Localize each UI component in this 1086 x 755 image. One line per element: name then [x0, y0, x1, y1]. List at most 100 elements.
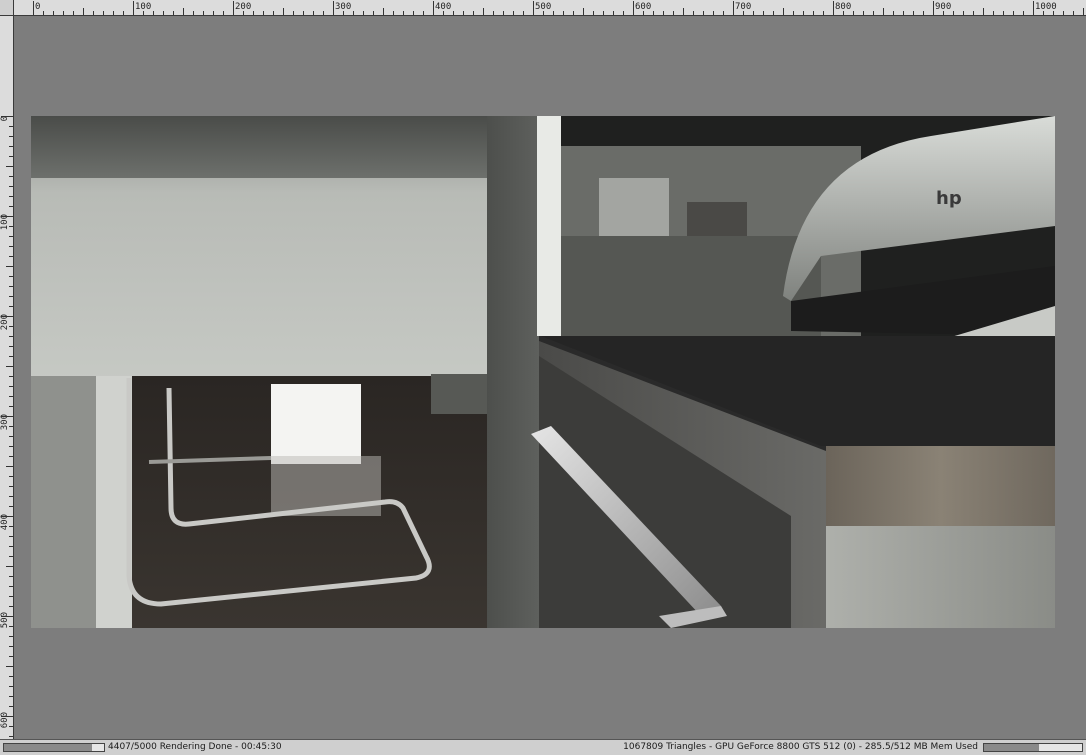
ruler-tick	[543, 11, 544, 15]
ruler-tick	[6, 666, 13, 667]
ruler-tick	[693, 11, 694, 15]
ruler-tick	[63, 11, 64, 15]
ruler-tick	[9, 706, 13, 707]
ruler-tick	[513, 11, 514, 15]
ruler-tick	[643, 11, 644, 15]
ruler-tick	[613, 11, 614, 15]
ruler-tick	[1043, 11, 1044, 15]
ruler-tick	[493, 11, 494, 15]
ruler-tick	[953, 11, 954, 15]
ruler-tick	[253, 11, 254, 15]
ruler-tick	[103, 11, 104, 15]
ruler-tick	[9, 496, 13, 497]
ruler-tick	[9, 286, 13, 287]
ruler-tick	[663, 11, 664, 15]
ruler-tick	[273, 11, 274, 15]
ruler-tick	[893, 11, 894, 15]
ruler-tick	[943, 11, 944, 15]
render-status-text: 4407/5000 Rendering Done - 00:45:30	[108, 742, 282, 752]
ruler-tick	[503, 11, 504, 15]
ruler-tick	[703, 11, 704, 15]
ruler-tick	[9, 406, 13, 407]
ruler-tick	[233, 1, 234, 15]
ruler-tick	[593, 11, 594, 15]
ruler-tick	[453, 11, 454, 15]
ruler-tick	[9, 276, 13, 277]
ruler-tick	[6, 166, 13, 167]
ruler-tick	[9, 536, 13, 537]
ruler-tick	[183, 8, 184, 15]
ruler-tick	[303, 11, 304, 15]
ruler-tick	[9, 526, 13, 527]
ruler-tick	[9, 486, 13, 487]
ruler-tick	[43, 11, 44, 15]
ruler-tick	[9, 236, 13, 237]
ruler-tick	[9, 436, 13, 437]
ruler-tick	[9, 336, 13, 337]
ruler-tick	[9, 456, 13, 457]
ruler-tick	[423, 11, 424, 15]
memory-usage-bar	[983, 743, 1083, 752]
ruler-tick	[9, 636, 13, 637]
ruler-tick	[823, 11, 824, 15]
ruler-tick	[83, 8, 84, 15]
ruler-tick	[9, 306, 13, 307]
ruler-tick	[563, 11, 564, 15]
ruler-tick	[343, 11, 344, 15]
ruler-tick	[393, 11, 394, 15]
ruler-tick	[293, 11, 294, 15]
ruler-tick	[243, 11, 244, 15]
ruler-tick	[123, 11, 124, 15]
ruler-tick	[403, 11, 404, 15]
render-progress-bar	[3, 743, 105, 752]
ruler-tick	[883, 8, 884, 15]
ruler-tick	[803, 11, 804, 15]
ruler-tick	[463, 11, 464, 15]
ruler-tick	[9, 156, 13, 157]
ruler-tick	[9, 136, 13, 137]
ruler-tick	[873, 11, 874, 15]
ruler-tick	[9, 396, 13, 397]
ruler-tick	[853, 11, 854, 15]
ruler-tick	[133, 1, 134, 15]
ruler-tick	[9, 656, 13, 657]
ruler-tick	[153, 11, 154, 15]
ruler-tick	[1, 616, 13, 617]
ruler-tick	[733, 1, 734, 15]
render-viewport[interactable]: hp	[31, 116, 1055, 628]
ruler-tick	[33, 1, 34, 15]
ruler-tick	[9, 376, 13, 377]
ruler-tick	[933, 1, 934, 15]
ruler-tick	[363, 11, 364, 15]
status-bar: 4407/5000 Rendering Done - 00:45:30 1067…	[0, 739, 1086, 755]
ruler-tick	[9, 176, 13, 177]
ruler-tick	[843, 11, 844, 15]
ruler-tick	[1003, 11, 1004, 15]
ruler-tick	[9, 186, 13, 187]
ruler-tick	[993, 11, 994, 15]
ruler-tick	[1033, 1, 1034, 15]
ruler-tick	[923, 11, 924, 15]
ruler-tick	[353, 11, 354, 15]
ruler-tick	[113, 11, 114, 15]
ruler-tick	[6, 366, 13, 367]
ruler-tick	[683, 8, 684, 15]
ruler-tick	[673, 11, 674, 15]
vertical-ruler: 0 100 200 300 400 500 600	[0, 16, 14, 739]
ruler-tick	[263, 11, 264, 15]
memory-usage-fill	[984, 744, 1039, 751]
ruler-tick	[9, 246, 13, 247]
ruler-tick	[473, 11, 474, 15]
ruler-tick	[9, 596, 13, 597]
ruler-tick	[9, 556, 13, 557]
ruler-tick	[9, 296, 13, 297]
ruler-tick	[1013, 11, 1014, 15]
ruler-tick	[9, 506, 13, 507]
ruler-tick	[313, 11, 314, 15]
ruler-tick	[773, 11, 774, 15]
ruler-tick	[9, 686, 13, 687]
ruler-tick	[1, 116, 13, 117]
ruler-tick	[9, 546, 13, 547]
ruler-tick	[833, 1, 834, 15]
gpu-status-text: 1067809 Triangles - GPU GeForce 8800 GTS…	[623, 742, 978, 752]
